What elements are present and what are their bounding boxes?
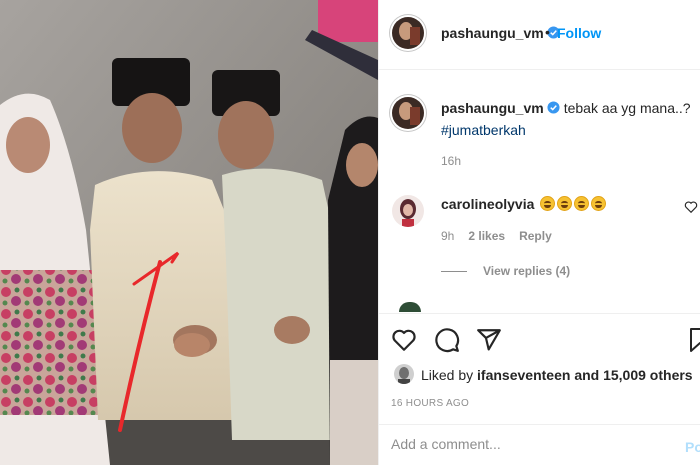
author-username[interactable]: pashaungu_vm bbox=[441, 25, 560, 41]
verified-badge-icon bbox=[547, 101, 560, 114]
author-username-text[interactable]: pashaungu_vm bbox=[441, 25, 544, 41]
follow-button[interactable]: Follow bbox=[557, 25, 601, 41]
commenter-username[interactable]: carolineolyvia bbox=[441, 196, 534, 212]
caption-author-username[interactable]: pashaungu_vm bbox=[441, 100, 544, 116]
caption-text: tebak aa yg mana..? bbox=[563, 100, 691, 116]
heart-icon[interactable] bbox=[391, 327, 417, 353]
laughing-emoji-icon bbox=[591, 196, 607, 211]
comment-reply-button[interactable]: Reply bbox=[519, 229, 552, 243]
comment-age[interactable]: 9h bbox=[441, 229, 454, 243]
comment-line: carolineolyvia bbox=[441, 196, 608, 213]
caption-author-avatar[interactable] bbox=[392, 97, 424, 129]
caption-hashtag-link[interactable]: #jumatberkah bbox=[441, 122, 526, 138]
view-replies-button[interactable]: View replies (4) bbox=[441, 264, 570, 278]
comment-emojis bbox=[540, 196, 608, 213]
replies-divider bbox=[441, 271, 467, 273]
laughing-emoji-icon bbox=[574, 196, 590, 211]
caption-age[interactable]: 16h bbox=[441, 154, 461, 168]
add-comment-bar: Po bbox=[379, 424, 700, 465]
caption-line: pashaungu_vm tebak aa yg mana..? bbox=[441, 100, 691, 116]
post-photo-image bbox=[0, 0, 378, 465]
likes-text: Liked by ifanseventeen and 15,009 others bbox=[421, 367, 693, 383]
next-commenter-avatar[interactable] bbox=[399, 302, 421, 312]
comment-heart-icon[interactable] bbox=[684, 200, 698, 214]
liker-username[interactable]: ifanseventeen bbox=[477, 367, 570, 383]
post-header: pashaungu_vm • Follow bbox=[379, 0, 700, 70]
comment-likes[interactable]: 2 likes bbox=[468, 229, 505, 243]
add-comment-input[interactable] bbox=[391, 436, 661, 452]
likes-prefix: Liked by bbox=[421, 367, 474, 383]
post-photo[interactable] bbox=[0, 0, 378, 465]
author-avatar[interactable] bbox=[392, 17, 424, 49]
comment-meta: 9h 2 likes Reply bbox=[441, 229, 566, 243]
commenter-avatar[interactable] bbox=[392, 195, 424, 227]
laughing-emoji-icon bbox=[557, 196, 573, 211]
header-separator: • bbox=[545, 24, 550, 40]
view-replies-label[interactable]: View replies (4) bbox=[483, 264, 570, 278]
post-timestamp[interactable]: 16 HOURS AGO bbox=[391, 398, 469, 409]
likes-others-link[interactable]: and 15,009 others bbox=[574, 367, 692, 383]
liker-avatar[interactable] bbox=[394, 364, 414, 384]
post-side-panel: pashaungu_vm • Follow pashaungu_vmtebak … bbox=[378, 0, 700, 465]
laughing-emoji-icon bbox=[540, 196, 556, 211]
comment-icon[interactable] bbox=[434, 327, 460, 353]
share-icon[interactable] bbox=[476, 327, 502, 353]
post-comment-button[interactable]: Po bbox=[685, 439, 700, 455]
save-icon[interactable] bbox=[689, 327, 700, 353]
